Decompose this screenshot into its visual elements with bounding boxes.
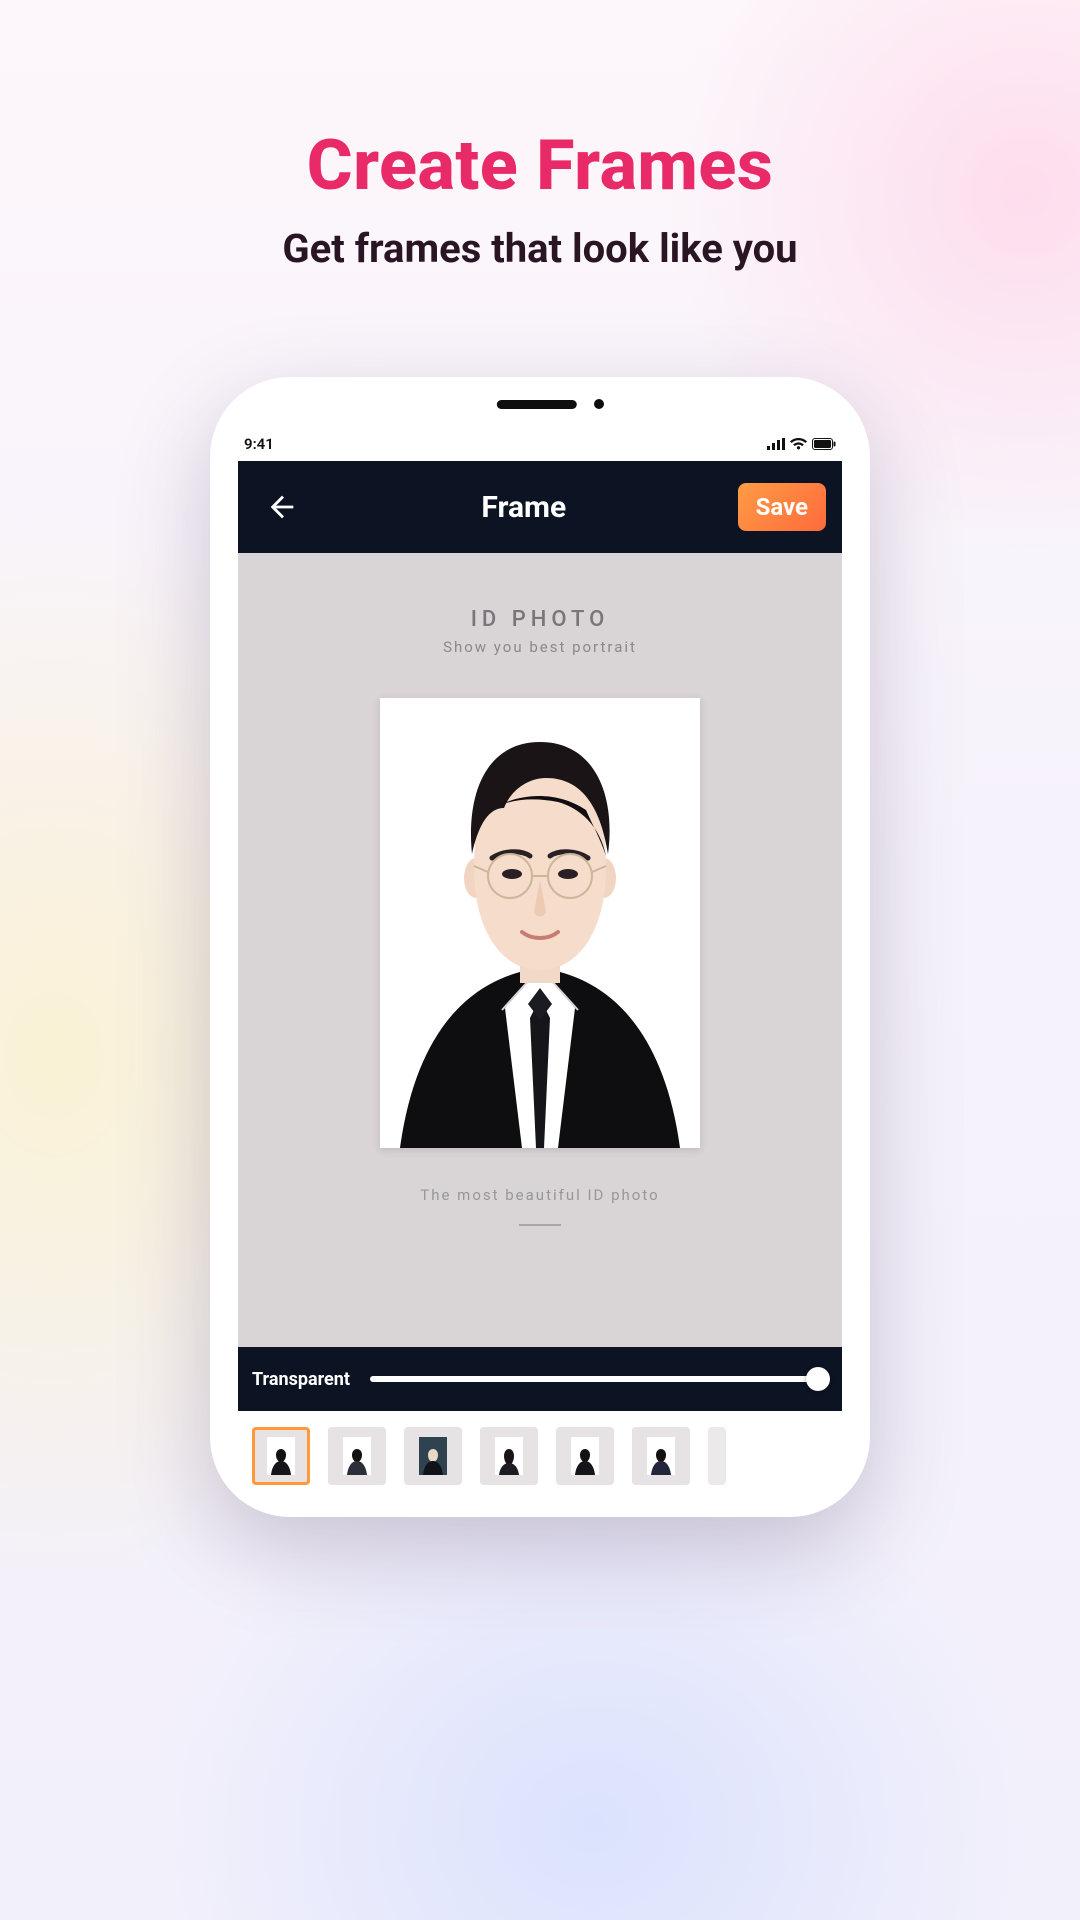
signal-icon (767, 438, 785, 450)
transparency-label: Transparent (252, 1369, 350, 1390)
status-bar: 9:41 (238, 431, 842, 457)
promo-subtitle: Get frames that look like you (282, 225, 797, 272)
arrow-left-icon (265, 490, 299, 524)
frame-thumbnail[interactable] (404, 1427, 462, 1485)
frame-thumbnail[interactable] (632, 1427, 690, 1485)
frame-thumbnail[interactable] (708, 1427, 726, 1485)
portrait-image[interactable] (380, 698, 700, 1148)
frame-thumbnail[interactable] (252, 1427, 310, 1485)
status-icons (767, 438, 836, 450)
wifi-icon (790, 438, 807, 450)
status-time: 9:41 (244, 435, 274, 453)
frame-caption-rule (519, 1224, 561, 1226)
nav-title: Frame (481, 490, 566, 525)
frame-subheading: Show you best portrait (443, 638, 637, 656)
phone-speaker (497, 400, 577, 409)
frame-thumbnail-strip[interactable] (238, 1411, 842, 1489)
transparency-bar: Transparent (238, 1347, 842, 1411)
phone-screen: 9:41 (238, 431, 842, 1489)
battery-icon (812, 438, 836, 450)
frame-thumbnail[interactable] (556, 1427, 614, 1485)
back-button[interactable] (254, 479, 310, 535)
slider-thumb[interactable] (806, 1367, 830, 1391)
transparency-slider[interactable] (370, 1376, 828, 1382)
app-navbar: Frame Save (238, 461, 842, 553)
frame-thumbnail[interactable] (480, 1427, 538, 1485)
frame-caption: The most beautiful ID photo (420, 1186, 659, 1204)
save-button[interactable]: Save (738, 483, 826, 531)
frame-thumbnail[interactable] (328, 1427, 386, 1485)
phone-mockup: 9:41 (210, 377, 870, 1517)
frame-preview-area: ID PHOTO Show you best portrait (238, 553, 842, 1347)
phone-camera-dot (594, 399, 604, 409)
frame-heading: ID PHOTO (471, 607, 610, 632)
promo-title: Create Frames (307, 125, 774, 207)
